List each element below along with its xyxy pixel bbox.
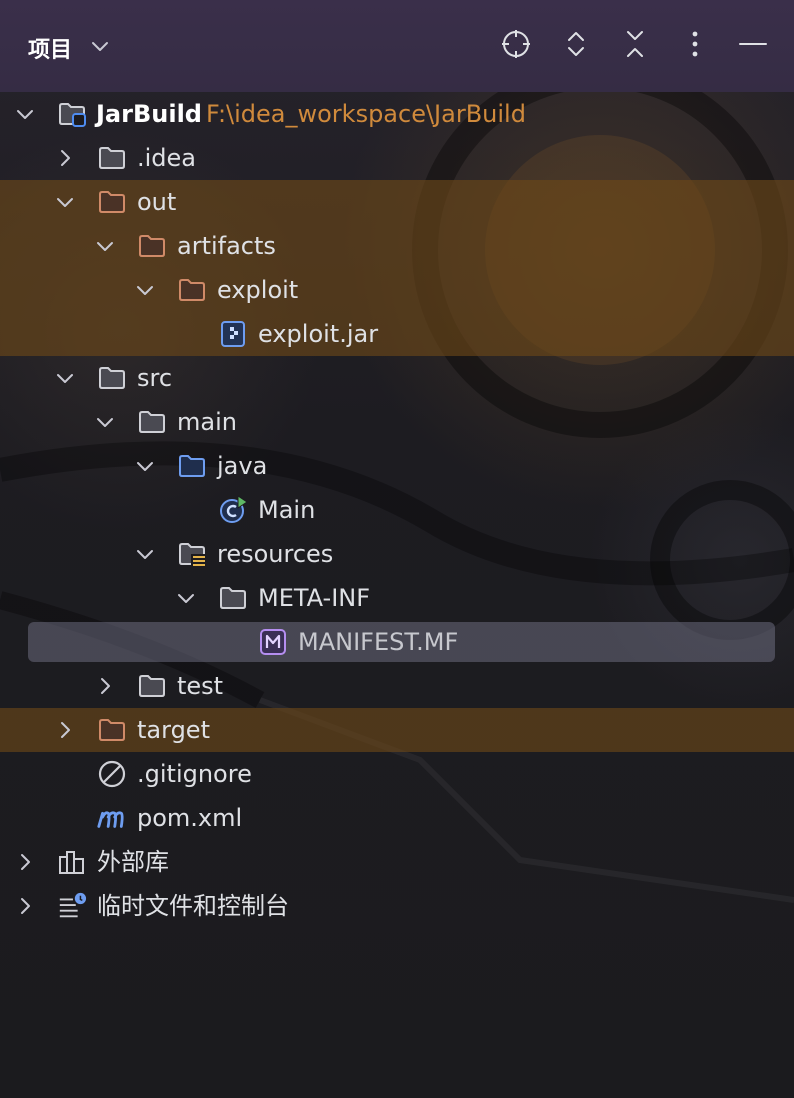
tree-label: test: [177, 672, 224, 700]
tree-row-exploit-jar[interactable]: exploit.jar: [0, 312, 794, 356]
more-icon: [692, 31, 698, 57]
module-folder-icon: [59, 103, 86, 127]
excluded-folder-icon: [99, 719, 125, 741]
chevron-down-icon[interactable]: [14, 103, 36, 125]
tree-row-gitignore[interactable]: .gitignore: [0, 752, 794, 796]
scratches-icon: [59, 892, 87, 918]
excluded-folder-icon: [179, 279, 205, 301]
library-icon: [59, 851, 84, 874]
locate-button[interactable]: [498, 26, 534, 62]
tree-label: main: [177, 408, 237, 436]
tree-row-jarbuild[interactable]: JarBuild F:\idea_workspace\JarBuild: [0, 92, 794, 136]
tree-label: java: [217, 452, 268, 480]
chevron-down-icon[interactable]: [54, 367, 76, 389]
resources-folder-icon: [179, 543, 206, 568]
tree-label: 临时文件和控制台: [97, 892, 289, 920]
chevron-right-icon[interactable]: [94, 675, 116, 697]
folder-icon: [99, 367, 125, 389]
chevron-down-icon[interactable]: [134, 455, 156, 477]
chevron-down-icon[interactable]: [94, 235, 116, 257]
collapse-all-icon: [627, 31, 643, 57]
tree-row-pom[interactable]: pom.xml: [0, 796, 794, 840]
expand-all-icon: [568, 32, 584, 56]
project-tool-window-header: 项目: [0, 0, 794, 92]
tree-label: artifacts: [177, 232, 276, 260]
more-options-button[interactable]: [677, 26, 713, 62]
tree-label: target: [137, 716, 210, 744]
tree-row-java[interactable]: java: [0, 444, 794, 488]
tree-row-external-libraries[interactable]: 外部库: [0, 840, 794, 884]
tree-label: pom.xml: [137, 804, 243, 832]
tree-label: Main: [258, 496, 316, 524]
java-class-run-icon: [220, 495, 248, 523]
manifest-file-icon: [260, 629, 286, 655]
tree-label: resources: [217, 540, 334, 568]
tree-label: .idea: [137, 144, 197, 172]
project-path: F:\idea_workspace\JarBuild: [206, 100, 526, 128]
tree-row-src[interactable]: src: [0, 356, 794, 400]
chevron-right-icon[interactable]: [54, 719, 76, 741]
chevron-down-icon[interactable]: [54, 191, 76, 213]
chevron-down-icon[interactable]: [94, 411, 116, 433]
tree-label: src: [137, 364, 173, 392]
folder-icon: [220, 587, 246, 609]
tree-row-artifacts[interactable]: artifacts: [0, 224, 794, 268]
tree-label: exploit: [217, 276, 299, 304]
tree-label: MANIFEST.MF: [298, 628, 459, 656]
tool-window-title: 项目: [28, 38, 73, 63]
tree-row-out[interactable]: out: [0, 180, 794, 224]
tree-label: exploit.jar: [258, 320, 379, 348]
tree-row-main-folder[interactable]: main: [0, 400, 794, 444]
tree-label: META-INF: [258, 584, 371, 612]
chevron-right-icon[interactable]: [14, 895, 36, 917]
chevron-down-icon[interactable]: [134, 279, 156, 301]
chevron-down-icon[interactable]: [175, 587, 197, 609]
ignore-file-icon: [98, 760, 126, 788]
excluded-folder-icon: [139, 235, 165, 257]
maven-icon: [97, 811, 124, 828]
chevron-down-icon[interactable]: [88, 34, 112, 58]
tree-row-manifest[interactable]: MANIFEST.MF: [0, 620, 794, 664]
tree-row-test[interactable]: test: [0, 664, 794, 708]
tree-label: .gitignore: [137, 760, 252, 788]
collapse-all-button[interactable]: [617, 26, 653, 62]
chevron-right-icon[interactable]: [54, 147, 76, 169]
tree-label: 外部库: [97, 848, 169, 876]
minimize-button[interactable]: [735, 26, 771, 62]
tree-row-target[interactable]: target: [0, 708, 794, 752]
tree-label: out: [137, 188, 177, 216]
chevron-right-icon[interactable]: [14, 851, 36, 873]
tree-row-main-class[interactable]: Main: [0, 488, 794, 532]
minimize-icon: [739, 43, 767, 45]
folder-icon: [99, 147, 125, 169]
tree-row-scratches[interactable]: 临时文件和控制台: [0, 884, 794, 928]
chevron-down-icon[interactable]: [134, 543, 156, 565]
excluded-folder-icon: [99, 191, 125, 213]
expand-all-button[interactable]: [558, 26, 594, 62]
locate-icon: [502, 30, 530, 58]
tree-label: JarBuild: [96, 100, 202, 128]
tree-row-exploit-folder[interactable]: exploit: [0, 268, 794, 312]
tree-row-meta-inf[interactable]: META-INF: [0, 576, 794, 620]
tree-row-resources[interactable]: resources: [0, 532, 794, 576]
folder-icon: [139, 675, 165, 697]
folder-icon: [139, 411, 165, 433]
jar-file-icon: [221, 321, 245, 347]
tree-row-idea[interactable]: .idea: [0, 136, 794, 180]
source-folder-icon: [179, 455, 205, 477]
